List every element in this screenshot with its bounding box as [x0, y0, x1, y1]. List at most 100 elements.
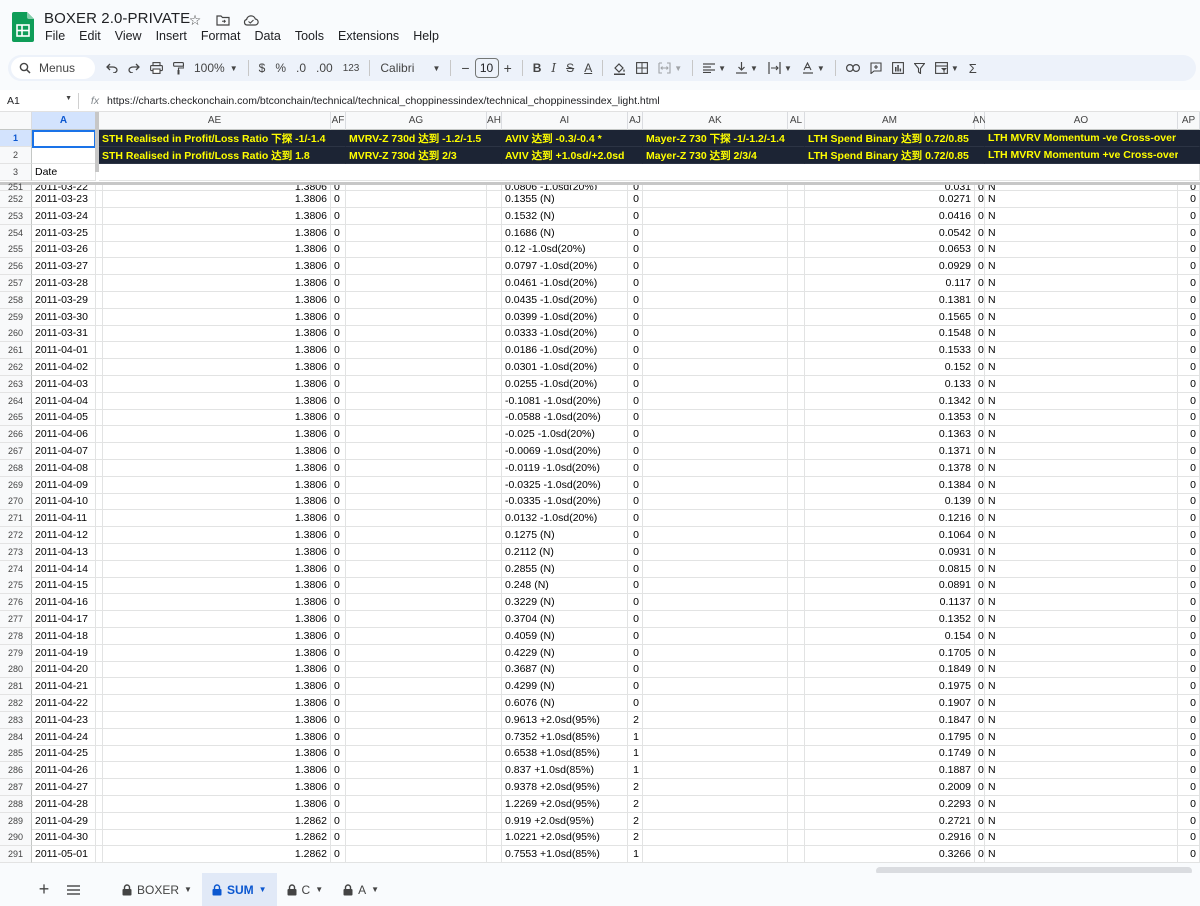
ag-cell[interactable] [346, 426, 487, 443]
ai-cell[interactable]: -0.0119 -1.0sd(20%) [502, 460, 628, 477]
date-cell[interactable]: 2011-04-15 [32, 577, 96, 594]
ai-cell[interactable]: 0.1355 (N) [502, 191, 628, 208]
an-cell[interactable]: 0 [975, 594, 985, 611]
am-cell[interactable]: 0.0542 [805, 225, 975, 242]
ap-cell[interactable]: 0 [1178, 376, 1200, 393]
an-cell[interactable]: 0 [975, 796, 985, 813]
ah-cell[interactable] [487, 762, 502, 779]
date-cell[interactable]: 2011-04-05 [32, 409, 96, 426]
am-cell[interactable]: 0.1137 [805, 594, 975, 611]
al-cell[interactable] [788, 292, 805, 309]
column-header-ap[interactable]: AP [1178, 112, 1200, 130]
an-cell[interactable]: 0 [975, 426, 985, 443]
ag-cell[interactable] [346, 712, 487, 729]
aj-cell[interactable]: 0 [628, 258, 643, 275]
ak-cell[interactable] [643, 225, 788, 242]
ao-cell[interactable]: N [985, 745, 1178, 762]
zoom-select[interactable]: 100% ▼ [189, 57, 243, 79]
af-cell[interactable]: 0 [331, 645, 346, 662]
am-cell[interactable]: 0.0416 [805, 208, 975, 225]
sheet-tab-boxer[interactable]: BOXER ▼ [112, 873, 202, 906]
ah-cell[interactable] [487, 527, 502, 544]
ap-cell[interactable]: 0 [1178, 762, 1200, 779]
ai-cell[interactable]: 0.0435 -1.0sd(20%) [502, 292, 628, 309]
al-cell[interactable] [788, 645, 805, 662]
ao-cell[interactable]: N [985, 762, 1178, 779]
ae-cell[interactable]: 1.3806 [99, 309, 331, 326]
al-cell[interactable] [788, 762, 805, 779]
af-cell[interactable]: 0 [331, 829, 346, 846]
af-cell[interactable]: 0 [331, 342, 346, 359]
sheets-logo-icon[interactable] [12, 12, 34, 42]
row-header[interactable]: 269 [0, 477, 32, 494]
indicator-header-cell[interactable]: MVRV-Z 730d 达到 -1.2/-1.5 [346, 130, 502, 147]
ao-cell[interactable]: N [985, 544, 1178, 561]
ah-cell[interactable] [487, 258, 502, 275]
ah-cell[interactable] [487, 426, 502, 443]
an-cell[interactable]: 0 [975, 393, 985, 410]
ai-cell[interactable]: 0.7352 +1.0sd(85%) [502, 729, 628, 746]
frozen-column-divider[interactable] [95, 112, 99, 172]
ag-cell[interactable] [346, 628, 487, 645]
ae-cell[interactable]: 1.3806 [99, 292, 331, 309]
all-sheets-icon[interactable] [58, 884, 88, 895]
increase-decimal-button[interactable]: .00 [311, 57, 338, 79]
indicator-header-cell[interactable]: MVRV-Z 730d 达到 2/3 [346, 147, 502, 164]
menu-edit[interactable]: Edit [72, 29, 108, 43]
af-cell[interactable]: 0 [331, 729, 346, 746]
date-cell[interactable]: 2011-04-26 [32, 762, 96, 779]
column-header-am[interactable]: AM [805, 112, 975, 130]
ap-cell[interactable]: 0 [1178, 628, 1200, 645]
ah-cell[interactable] [487, 661, 502, 678]
am-cell[interactable]: 0.1216 [805, 510, 975, 527]
ai-cell[interactable]: 0.0301 -1.0sd(20%) [502, 359, 628, 376]
ai-cell[interactable]: 0.1532 (N) [502, 208, 628, 225]
aj-cell[interactable]: 0 [628, 393, 643, 410]
ap-cell[interactable]: 0 [1178, 309, 1200, 326]
indicator-header-cell[interactable]: LTH Spend Binary 达到 0.72/0.85 [805, 147, 985, 164]
am-cell[interactable]: 0.1887 [805, 762, 975, 779]
indicator-header-cell[interactable]: Mayer-Z 730 达到 2/3/4 [643, 147, 805, 164]
ae-cell[interactable]: 1.3806 [99, 645, 331, 662]
row-header[interactable]: 289 [0, 813, 32, 830]
ag-cell[interactable] [346, 393, 487, 410]
af-cell[interactable]: 0 [331, 409, 346, 426]
an-cell[interactable]: 0 [975, 460, 985, 477]
ak-cell[interactable] [643, 359, 788, 376]
date-cell[interactable]: 2011-04-29 [32, 813, 96, 830]
ai-cell[interactable]: 0.0255 -1.0sd(20%) [502, 376, 628, 393]
am-cell[interactable]: 0.1749 [805, 745, 975, 762]
date-cell[interactable]: 2011-04-13 [32, 544, 96, 561]
an-cell[interactable]: 0 [975, 645, 985, 662]
aj-cell[interactable]: 0 [628, 661, 643, 678]
ao-cell[interactable]: N [985, 309, 1178, 326]
row3-spacer[interactable] [99, 164, 1200, 181]
al-cell[interactable] [788, 561, 805, 578]
ae-cell[interactable]: 1.3806 [99, 191, 331, 208]
ai-cell[interactable]: -0.1081 -1.0sd(20%) [502, 393, 628, 410]
ag-cell[interactable] [346, 275, 487, 292]
row-header[interactable]: 254 [0, 225, 32, 242]
date-cell[interactable]: 2011-03-29 [32, 292, 96, 309]
al-cell[interactable] [788, 661, 805, 678]
ag-cell[interactable] [346, 208, 487, 225]
af-cell[interactable]: 0 [331, 241, 346, 258]
af-cell[interactable]: 0 [331, 359, 346, 376]
row-header[interactable]: 257 [0, 275, 32, 292]
ak-cell[interactable] [643, 594, 788, 611]
horizontal-align-icon[interactable]: ▼ [698, 57, 731, 79]
an-cell[interactable]: 0 [975, 510, 985, 527]
am-cell[interactable]: 0.133 [805, 376, 975, 393]
aj-cell[interactable]: 0 [628, 678, 643, 695]
menu-tools[interactable]: Tools [288, 29, 331, 43]
an-cell[interactable]: 0 [975, 544, 985, 561]
al-cell[interactable] [788, 426, 805, 443]
row-header[interactable]: 255 [0, 241, 32, 258]
ai-cell[interactable]: 0.3229 (N) [502, 594, 628, 611]
ae-cell[interactable]: 1.3806 [99, 409, 331, 426]
am-cell[interactable]: 0.1384 [805, 477, 975, 494]
ah-cell[interactable] [487, 477, 502, 494]
indicator-header-cell[interactable]: LTH MVRV Momentum -ve Cross-over [985, 130, 1200, 147]
am-cell[interactable]: 0.3266 [805, 846, 975, 863]
column-header-ai[interactable]: AI [502, 112, 628, 130]
